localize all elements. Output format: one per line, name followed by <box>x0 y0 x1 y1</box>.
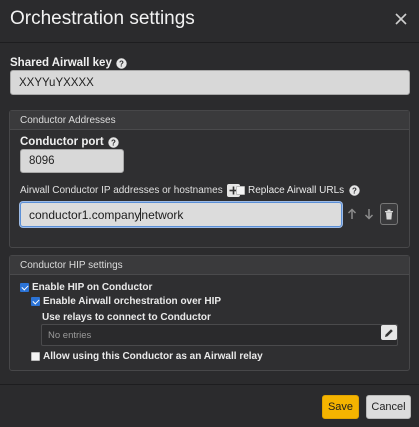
help-icon[interactable]: ? <box>116 57 127 69</box>
conductor-address-input[interactable]: conductor1.company network <box>20 202 342 227</box>
help-icon[interactable]: ? <box>107 136 119 148</box>
ip-addresses-label-text: Airwall Conductor IP addresses or hostna… <box>20 185 223 196</box>
replace-urls-checkbox[interactable] <box>236 186 245 195</box>
shared-key-input[interactable]: XXYYuYXXXX <box>10 70 410 95</box>
relays-label: Use relays to connect to Conductor <box>42 312 211 323</box>
close-icon[interactable] <box>394 12 408 26</box>
arrow-up-icon <box>347 208 357 219</box>
title-divider <box>0 42 419 43</box>
save-button[interactable]: Save <box>322 395 359 419</box>
trash-icon <box>385 209 393 219</box>
cancel-button[interactable]: Cancel <box>366 395 411 419</box>
dialog-title: Orchestration settings <box>10 8 195 29</box>
svg-text:?: ? <box>119 59 124 68</box>
conductor-addresses-header: Conductor Addresses <box>10 111 409 130</box>
move-down-button[interactable] <box>362 205 376 223</box>
relays-list[interactable]: No entries <box>41 324 398 346</box>
enable-hip-option[interactable]: Enable HIP on Conductor <box>20 282 152 293</box>
conductor-hip-header: Conductor HIP settings <box>10 256 409 275</box>
ip-addresses-label: Airwall Conductor IP addresses or hostna… <box>20 184 240 197</box>
footer-divider <box>0 384 419 385</box>
enable-hip-checkbox[interactable] <box>20 283 29 292</box>
move-up-button[interactable] <box>345 205 359 223</box>
pencil-icon <box>385 328 393 337</box>
conductor-addresses-panel: Conductor Addresses <box>9 110 410 248</box>
conductor-port-label: Conductor port ? <box>20 136 119 148</box>
enable-orchestration-option[interactable]: Enable Airwall orchestration over HIP <box>31 296 221 307</box>
replace-urls-option[interactable]: Replace Airwall URLs ? <box>236 185 360 196</box>
delete-address-button[interactable] <box>380 203 398 225</box>
help-icon[interactable]: ? <box>349 185 360 196</box>
shared-key-label: Shared Airwall key ? <box>10 57 127 69</box>
arrow-down-icon <box>364 209 374 220</box>
conductor-port-label-text: Conductor port <box>20 136 104 148</box>
allow-relay-checkbox[interactable] <box>31 352 40 361</box>
edit-relays-button[interactable] <box>381 325 397 340</box>
enable-hip-label: Enable HIP on Conductor <box>32 282 153 293</box>
conductor-port-input[interactable]: 8096 <box>20 149 124 173</box>
shared-key-label-text: Shared Airwall key <box>10 57 112 69</box>
replace-urls-label: Replace Airwall URLs <box>248 185 345 196</box>
relays-empty-text: No entries <box>48 329 92 341</box>
enable-orchestration-checkbox[interactable] <box>31 297 40 306</box>
address-text-after-caret: network <box>141 207 184 222</box>
allow-relay-option[interactable]: Allow using this Conductor as an Airwall… <box>31 351 263 362</box>
svg-text:?: ? <box>111 138 116 147</box>
allow-relay-label: Allow using this Conductor as an Airwall… <box>43 351 263 362</box>
enable-orchestration-label: Enable Airwall orchestration over HIP <box>43 296 222 307</box>
address-text-before-caret: conductor1.company <box>29 207 141 222</box>
svg-text:?: ? <box>352 186 357 195</box>
